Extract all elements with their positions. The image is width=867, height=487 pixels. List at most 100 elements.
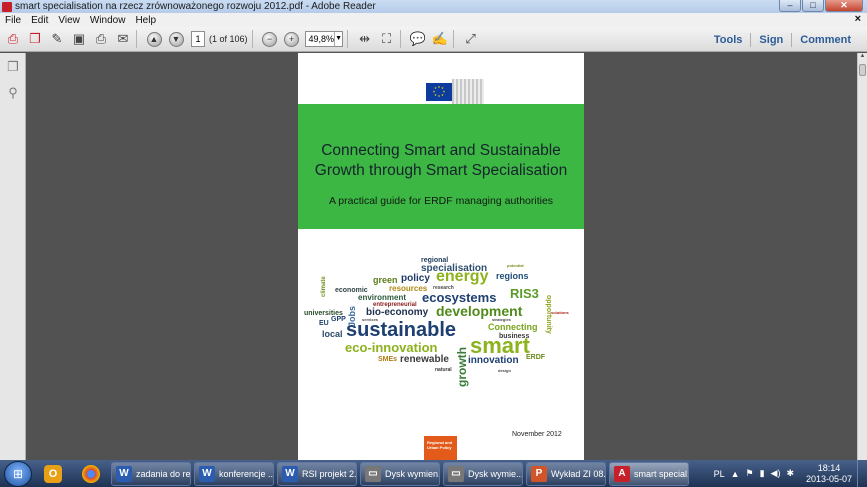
volume-icon[interactable]: ◀) <box>771 468 781 479</box>
document-viewport[interactable]: ★★★ ★★★ ★★ European Commission Connectin… <box>27 53 857 460</box>
badge-line2: Urban Policy <box>427 445 452 450</box>
save-icon[interactable]: ▣ <box>70 30 88 48</box>
battery-icon[interactable]: ▮ <box>760 468 765 479</box>
network-icon[interactable]: ✱ <box>786 468 794 479</box>
language-indicator[interactable]: PL <box>714 469 725 479</box>
taskbar-item-word-2[interactable]: Wkonferencje ... <box>194 461 274 486</box>
taskbar-item-word-1[interactable]: Wzadania do re... <box>111 461 191 486</box>
close-document-button[interactable]: × <box>855 13 861 25</box>
edit-icon[interactable]: ✎ <box>48 30 66 48</box>
sticky-note-icon[interactable]: 💬 <box>409 30 427 48</box>
powerpoint-icon: P <box>531 465 547 482</box>
taskbar-item-powerpoint[interactable]: P Wykład ZI 08... <box>526 461 606 486</box>
pdf-icon: A <box>614 465 630 482</box>
word-cloud: regional specialisation potential green … <box>298 249 584 399</box>
cloud-word: innovation <box>468 355 519 366</box>
cloud-word: SMEs <box>378 356 398 363</box>
menu-bar: File Edit View Window Help × <box>0 13 867 27</box>
cloud-word: natural <box>435 367 452 373</box>
window-controls: – □ ✕ <box>779 0 863 12</box>
tools-link[interactable]: Tools <box>706 34 751 46</box>
cloud-word: RIS3 <box>510 286 539 301</box>
show-desktop-button[interactable] <box>857 460 867 487</box>
attachments-icon[interactable]: ⚲ <box>6 85 20 100</box>
arrow-up-icon: ▲ <box>146 31 162 47</box>
svg-text:★: ★ <box>438 94 441 98</box>
page-number-input[interactable]: 1 <box>191 31 205 47</box>
show-hidden-icons-icon[interactable]: ▲ <box>731 469 740 479</box>
clock-date: 2013-05-07 <box>805 473 853 484</box>
cloud-word: solutions <box>551 310 569 315</box>
svg-text:★: ★ <box>434 93 437 97</box>
cloud-word: EU <box>319 320 329 327</box>
zoom-out-button[interactable]: − <box>261 30 279 48</box>
email-icon[interactable]: ✉ <box>114 30 132 48</box>
pdf-page: ★★★ ★★★ ★★ European Commission Connectin… <box>298 53 584 460</box>
create-pdf-icon[interactable]: ⎙ <box>4 30 22 48</box>
full-screen-icon[interactable]: ⤢ <box>462 30 480 48</box>
action-center-flag-icon[interactable]: ⚑ <box>746 468 754 479</box>
chevron-down-icon[interactable]: ▼ <box>334 32 342 46</box>
arrow-down-icon: ▼ <box>168 31 184 47</box>
svg-text:★: ★ <box>433 90 436 94</box>
cloud-word: Jobs <box>347 305 357 327</box>
menu-help[interactable]: Help <box>130 15 161 26</box>
clock[interactable]: 18:14 2013-05-07 <box>801 463 857 485</box>
taskbar-item-drive-1[interactable]: ▭ Dysk wymien... <box>360 461 440 486</box>
chrome-pinned-icon[interactable] <box>74 462 108 486</box>
zoom-in-button[interactable]: + <box>283 30 301 48</box>
print-icon[interactable]: ⎙ <box>92 30 110 48</box>
scroll-up-arrow-icon[interactable]: ▲ <box>858 53 867 63</box>
removable-drive-icon: ▭ <box>448 465 464 482</box>
next-page-button[interactable]: ▼ <box>167 30 185 48</box>
toolbar: ⎙ ❐ ✎ ▣ ⎙ ✉ ▲ ▼ 1 (1 of 106) − + 49,8% ▼… <box>0 27 867 52</box>
menu-edit[interactable]: Edit <box>26 15 53 26</box>
plus-icon: + <box>284 31 300 47</box>
maximize-button[interactable]: □ <box>802 0 824 12</box>
page-count-label: (1 of 106) <box>209 34 248 44</box>
cloud-word: opportunity <box>545 295 552 334</box>
fit-page-icon[interactable]: ⛶ <box>378 30 396 48</box>
taskbar-item-word-3[interactable]: W RSI projekt 2... <box>277 461 357 486</box>
cloud-word: GPP <box>331 316 346 323</box>
cloud-word: eco-innovation <box>345 340 438 355</box>
taskbar-item-label: Dysk wymie... <box>468 468 523 479</box>
cloud-word: climate <box>321 276 327 297</box>
eu-flag-icon: ★ ★ ★ ★ ★ ★ ★ ★ <box>426 83 452 101</box>
taskbar-item-adobe-reader[interactable]: Asmart special... <box>609 461 689 486</box>
window-title: smart specialisation na rzecz zrównoważo… <box>15 1 376 12</box>
page-thumbnails-icon[interactable]: ❐ <box>6 59 20 74</box>
minus-icon: − <box>262 31 278 47</box>
menu-file[interactable]: File <box>0 15 26 26</box>
fit-width-icon[interactable]: ⇹ <box>356 30 374 48</box>
menu-window[interactable]: Window <box>85 15 131 26</box>
system-tray: PL ▲ ⚑ ▮ ◀) ✱ 18:14 2013-05-07 <box>711 460 867 487</box>
outlook-pinned-icon[interactable]: O <box>36 462 70 486</box>
open-icon[interactable]: ❐ <box>26 30 44 48</box>
minimize-button[interactable]: – <box>779 0 801 12</box>
taskbar-item-label: zadania do re... <box>136 468 191 479</box>
navigation-pane: ❐ ⚲ <box>0 53 26 460</box>
cloud-word: growth <box>455 347 469 387</box>
cloud-word: policy <box>401 273 430 284</box>
start-button[interactable]: ⊞ <box>4 460 32 487</box>
toolbar-divider <box>136 30 137 48</box>
vertical-scrollbar[interactable]: ▲ <box>857 53 867 460</box>
previous-page-button[interactable]: ▲ <box>145 30 163 48</box>
cloud-word: environment <box>358 293 407 302</box>
sign-link[interactable]: Sign <box>751 34 791 46</box>
taskbar-item-label: RSI projekt 2... <box>302 468 357 479</box>
zoom-value: 49,8% <box>308 34 335 44</box>
scrollbar-thumb[interactable] <box>859 64 866 76</box>
windows-taskbar: ⊞ O Wzadania do re... Wkonferencje ... W… <box>0 460 867 487</box>
cover-title-band: Connecting Smart and Sustainable Growth … <box>298 104 584 229</box>
menu-view[interactable]: View <box>53 15 85 26</box>
close-button[interactable]: ✕ <box>825 0 863 12</box>
cloud-word: development <box>436 303 523 319</box>
zoom-select[interactable]: 49,8% ▼ <box>304 31 343 47</box>
highlight-icon[interactable]: ✍ <box>431 30 449 48</box>
taskbar-item-drive-2[interactable]: ▭ Dysk wymie... <box>443 461 523 486</box>
taskbar-item-label: Dysk wymien... <box>385 468 440 479</box>
cover-subtitle: A practical guide for ERDF managing auth… <box>328 195 554 207</box>
comment-link[interactable]: Comment <box>792 34 859 46</box>
